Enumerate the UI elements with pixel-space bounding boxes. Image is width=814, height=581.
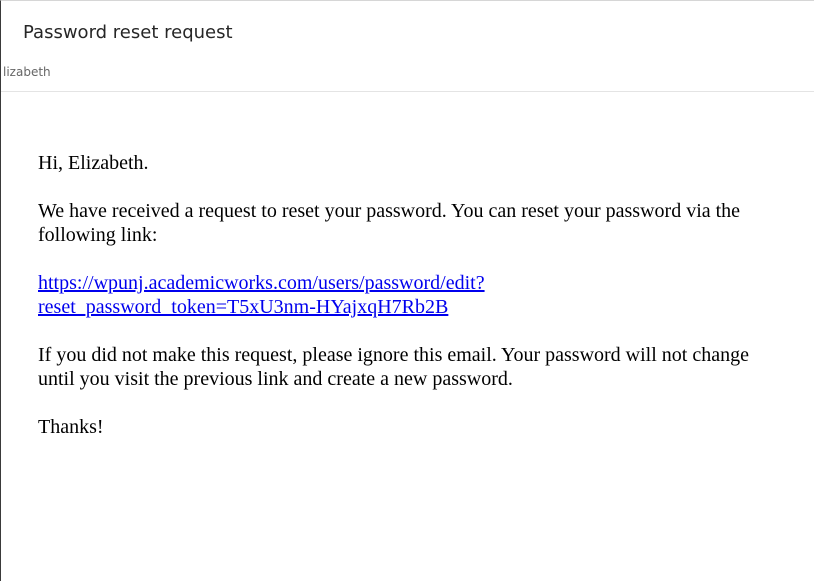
email-body: Hi, Elizabeth. We have received a reques… — [38, 151, 778, 463]
reset-link-line-1: https://wpunj.academicworks.com/users/pa… — [38, 272, 485, 294]
email-header: Password reset request lizabeth — [1, 1, 814, 92]
email-subject: Password reset request — [23, 22, 233, 43]
email-sender[interactable]: lizabeth — [3, 65, 51, 79]
ignore-note-text: If you did not make this request, please… — [38, 344, 749, 390]
reset-link-block: https://wpunj.academicworks.com/users/pa… — [38, 271, 778, 319]
reset-link-line-2: reset_password_token=T5xU3nm-HYajxqH7Rb2… — [38, 296, 449, 318]
greeting-text: Hi, Elizabeth. — [38, 152, 149, 174]
email-viewer: Password reset request lizabeth Hi, Eliz… — [0, 0, 814, 581]
intro-text: We have received a request to reset your… — [38, 200, 741, 246]
signoff-text: Thanks! — [38, 416, 104, 438]
reset-password-link[interactable]: https://wpunj.academicworks.com/users/pa… — [38, 271, 778, 319]
